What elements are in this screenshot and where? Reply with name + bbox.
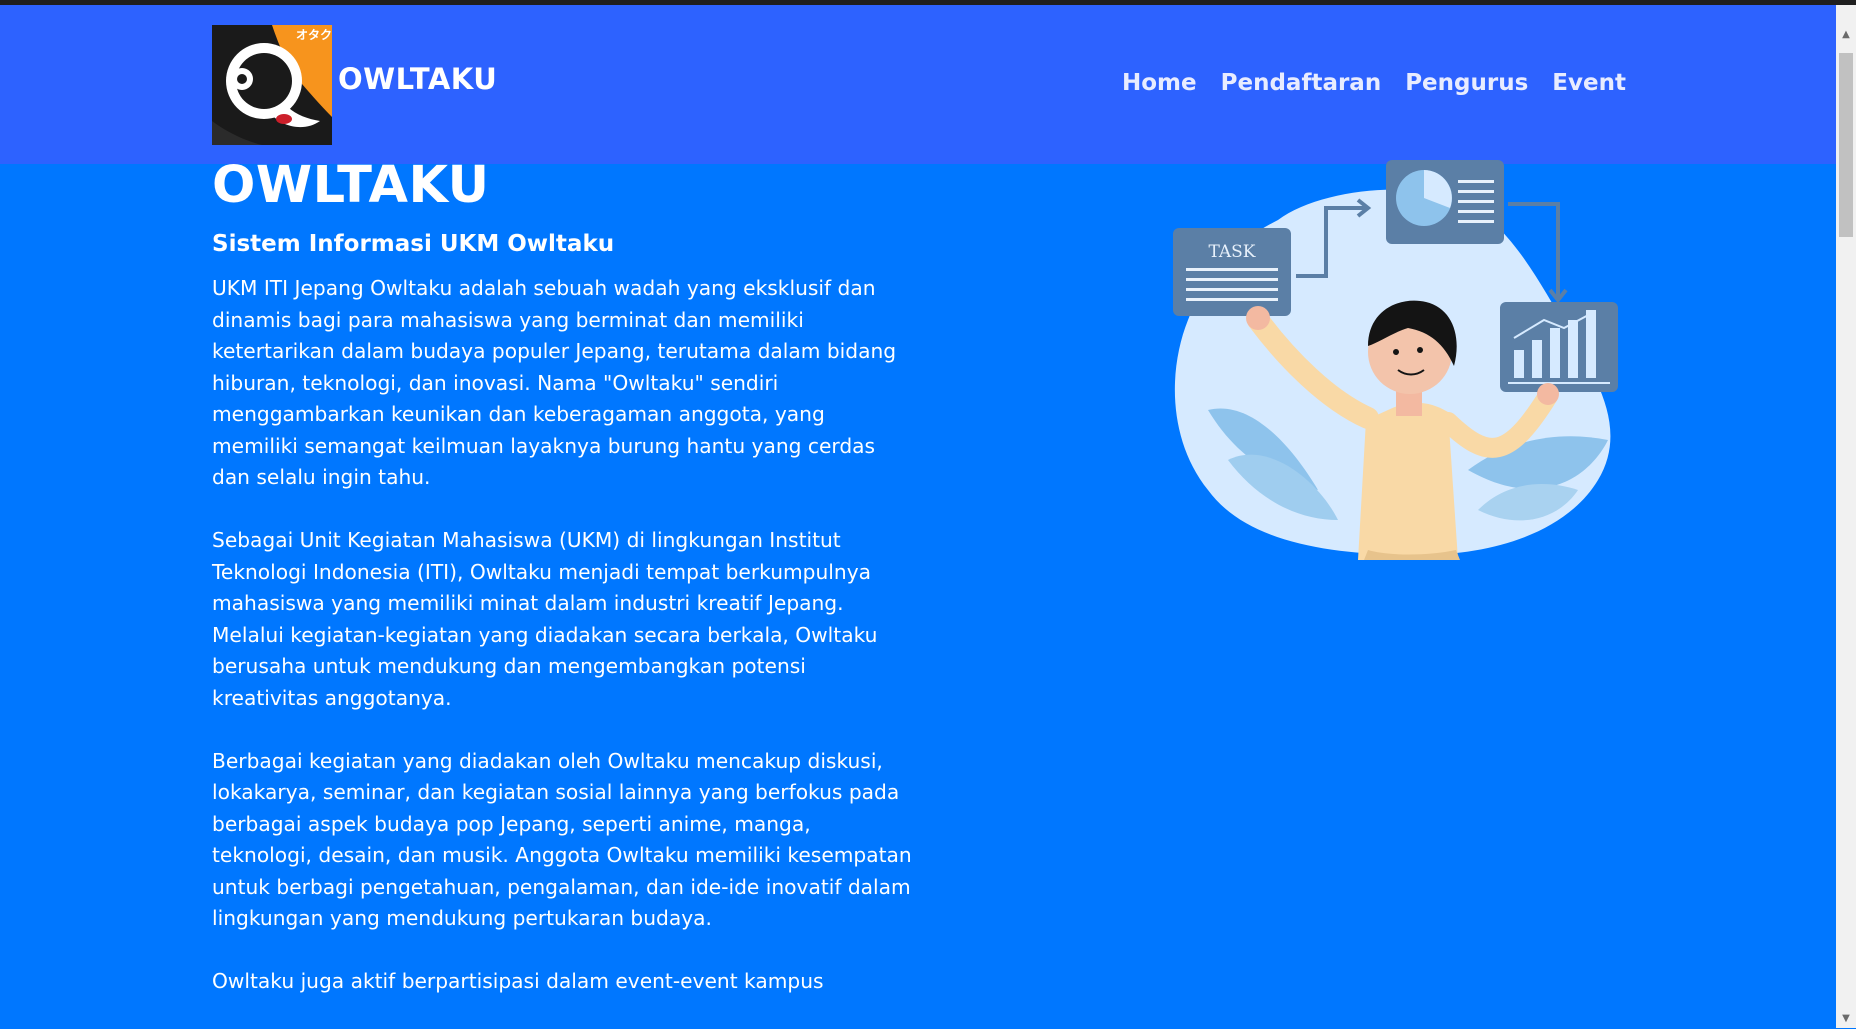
task-dashboard-illustration: TASK <box>1173 160 1618 560</box>
nav-home[interactable]: Home <box>1122 72 1197 95</box>
task-card-label: TASK <box>1208 242 1255 262</box>
owl-logo-icon: オタク <box>212 25 332 145</box>
logo-text: オタク <box>296 28 332 42</box>
about-paragraph-3: Berbagai kegiatan yang diadakan oleh Owl… <box>212 748 912 931</box>
main-nav: Home Pendaftaran Pengurus Event <box>1122 72 1650 95</box>
nav-pengurus[interactable]: Pengurus <box>1405 72 1528 95</box>
about-content: UKM ITI Jepang Owltaku adalah sebuah wad… <box>212 273 912 1029</box>
about-paragraph-1: UKM ITI Jepang Owltaku adalah sebuah wad… <box>212 276 897 489</box>
about-paragraph-4: Owltaku juga aktif berpartisipasi dalam … <box>212 969 824 993</box>
owltaku-logo[interactable]: オタク <box>212 25 332 145</box>
nav-event[interactable]: Event <box>1552 72 1626 95</box>
nav-pendaftaran[interactable]: Pendaftaran <box>1221 72 1382 95</box>
scroll-down-icon[interactable]: ▼ <box>1836 1011 1856 1027</box>
scrollbar-thumb[interactable] <box>1839 53 1853 237</box>
scroll-up-icon[interactable]: ▲ <box>1836 27 1856 43</box>
page-subtitle: Sistem Informasi UKM Owltaku <box>212 231 615 257</box>
hero-illustration: TASK <box>1168 160 1628 560</box>
page-scrollbar[interactable]: ▲ ▼ <box>1836 5 1856 1028</box>
page-title: OWLTAKU <box>212 156 490 215</box>
about-paragraph-2: Sebagai Unit Kegiatan Mahasiswa (UKM) di… <box>212 528 878 710</box>
brand-name[interactable]: OWLTAKU <box>338 65 497 94</box>
navbar: オタク OWLTAKU Home Pendaftaran Pengurus Ev… <box>0 5 1836 164</box>
